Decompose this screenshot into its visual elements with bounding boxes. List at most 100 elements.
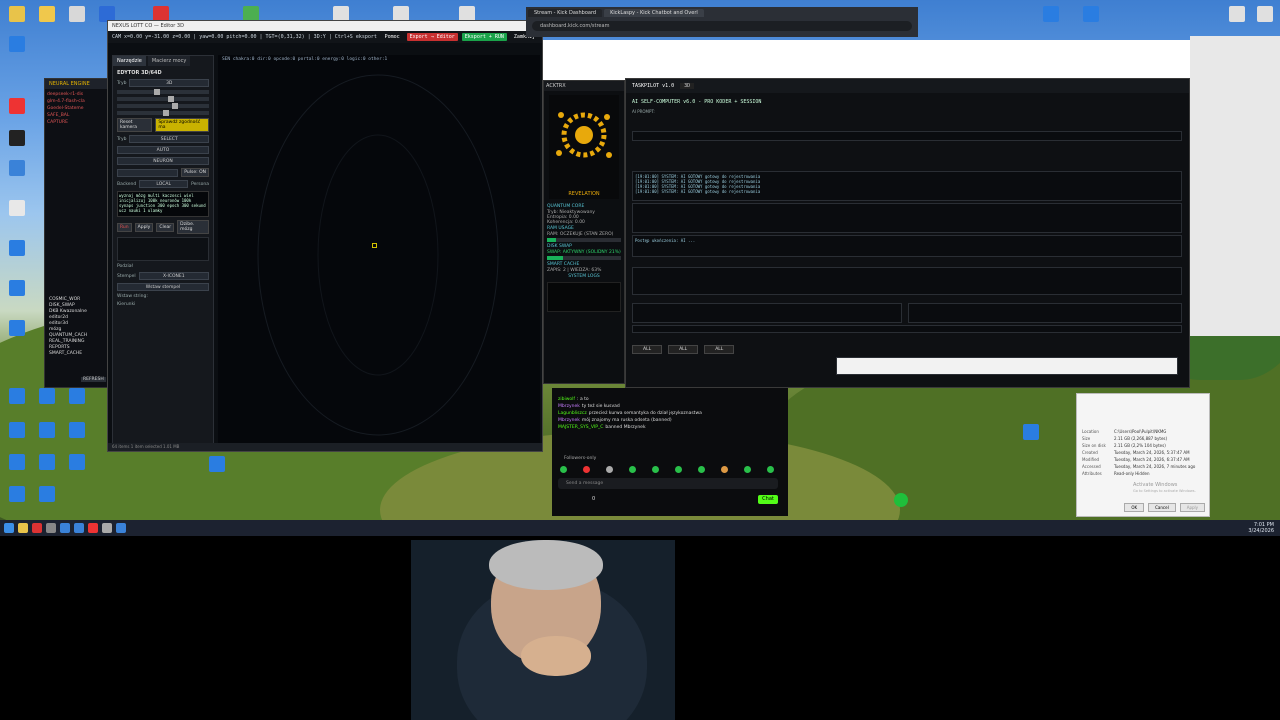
desktop-icon[interactable] (6, 6, 28, 22)
desktop-icon[interactable] (66, 388, 88, 404)
ok-button[interactable]: OK (1124, 503, 1145, 512)
desktop-icon[interactable] (36, 486, 58, 502)
filter-select[interactable]: ALL (704, 345, 735, 354)
emote-icon[interactable] (652, 466, 659, 473)
chat-send-button[interactable]: Chat (758, 495, 778, 504)
tab-kicklaspy[interactable]: KickLaspy - Kick Chatbot and Overl (604, 9, 704, 17)
width-slider[interactable] (117, 89, 209, 95)
desktop-icon[interactable] (6, 454, 28, 470)
neuron-select[interactable]: NEURON (117, 157, 209, 165)
app-icon[interactable] (46, 523, 56, 533)
chat-username[interactable]: Mbrzynek (558, 418, 580, 423)
run-button[interactable]: Run (117, 222, 132, 232)
emote-icon[interactable] (721, 466, 728, 473)
desktop-icon[interactable] (6, 36, 28, 52)
cancel-button[interactable]: Cancel (1148, 503, 1176, 512)
fov-slider[interactable] (117, 110, 209, 116)
export-editor-button[interactable]: Export → Editor (406, 33, 458, 41)
check-consistency-button[interactable]: Sprawdź zgodność ma (155, 118, 209, 132)
camera-readout: CAM x=0.00 y=-31.00 z=0.00 | yaw=0.00 pi… (112, 34, 377, 40)
desktop-icon[interactable] (6, 280, 28, 296)
chat-username[interactable]: Lagunbliszcz (558, 411, 587, 416)
taskpilot-mode[interactable]: 3D (680, 83, 695, 89)
apply-button[interactable]: Apply (1179, 503, 1205, 512)
filter-select[interactable]: ALL (668, 345, 699, 354)
kick-logo-icon[interactable] (894, 493, 908, 507)
desktop-icon[interactable] (36, 388, 58, 404)
tab-kick-dashboard[interactable]: Stream - Kick Dashboard (528, 9, 603, 17)
address-bar[interactable]: dashboard.kick.com/stream (532, 21, 912, 31)
desktop-icon[interactable] (66, 422, 88, 438)
prompt-input[interactable] (632, 131, 1182, 141)
chat-username[interactable]: Mbrzynek (558, 404, 580, 409)
emote-icon[interactable] (583, 466, 590, 473)
chat-message-input[interactable]: Send a message (558, 478, 778, 489)
emote-icon[interactable] (606, 466, 613, 473)
desktop-icon[interactable] (6, 98, 28, 114)
emote-icon[interactable] (560, 466, 567, 473)
desktop-icon[interactable] (66, 6, 88, 22)
desktop-icon[interactable] (6, 160, 28, 176)
output-area[interactable] (836, 357, 1178, 375)
desktop-icon[interactable] (6, 486, 28, 502)
desktop-icon[interactable] (36, 454, 58, 470)
desktop-icon[interactable] (1080, 6, 1102, 22)
desktop-icon[interactable] (6, 240, 28, 256)
mode-select[interactable]: 3D (129, 79, 209, 87)
file-explorer-icon[interactable] (18, 523, 28, 533)
desktop-icon[interactable] (6, 320, 28, 336)
chat-messages: zibiwolf: a to Mbrzynek ty teź sie kusvad L… (552, 388, 788, 431)
selected-node-marker[interactable] (372, 243, 377, 248)
mind-button[interactable]: Dzibe. mózg (177, 220, 209, 234)
emote-icon[interactable] (744, 466, 751, 473)
desktop-icon[interactable] (1040, 6, 1062, 22)
app-icon[interactable] (74, 523, 84, 533)
pulse-toggle[interactable]: Pulse: ON (181, 168, 209, 177)
ai-code-box[interactable]: wyznaj mózg multi kaczosci wiel inicjali… (117, 191, 209, 217)
browser-icon[interactable] (32, 523, 42, 533)
backend-select[interactable]: LOCAL (139, 180, 189, 188)
app-icon[interactable] (88, 523, 98, 533)
desktop-icon[interactable] (6, 130, 28, 146)
emote-icon[interactable] (698, 466, 705, 473)
emote-icon[interactable] (767, 466, 774, 473)
tab-tools[interactable]: Narzędzie (113, 56, 146, 66)
desktop-icon[interactable] (66, 454, 88, 470)
app-icon[interactable] (60, 523, 70, 533)
taskbar-clock[interactable]: 7:01 PM 3/24/2026 (1248, 522, 1274, 534)
auto-select[interactable]: AUTO (117, 146, 209, 154)
desktop-icon[interactable] (36, 422, 58, 438)
editor-3d-canvas[interactable] (218, 55, 540, 451)
chat-username[interactable]: MAJSTER_SYS_VIP_C (558, 425, 603, 430)
desktop-icon[interactable] (1254, 6, 1276, 22)
pulse-input[interactable] (117, 168, 179, 177)
refresh-button[interactable]: REFRESH (81, 377, 106, 382)
clear-button[interactable]: Clear (156, 222, 175, 232)
height-slider[interactable] (117, 96, 209, 102)
desktop-icon[interactable] (206, 456, 228, 472)
chat-username[interactable]: zibiwolf (558, 397, 575, 402)
filter-select[interactable]: ALL (632, 345, 663, 354)
desktop-icon[interactable] (6, 422, 28, 438)
app-icon[interactable] (116, 523, 126, 533)
folder-tree-item[interactable]: SMART_CACHE (49, 351, 87, 357)
tool-select[interactable]: SELECT (129, 135, 209, 143)
stamp-select[interactable]: X-ICONE1 (138, 272, 209, 280)
desktop-icon[interactable] (6, 200, 28, 216)
start-icon[interactable] (4, 523, 14, 533)
emote-icon[interactable] (629, 466, 636, 473)
depth-slider[interactable] (117, 103, 209, 109)
emote-icon[interactable] (675, 466, 682, 473)
help-button[interactable]: Pomoc (382, 33, 403, 41)
tab-power-matrix[interactable]: Macierz mocy (147, 56, 191, 66)
taskpilot-header: AI SELF-COMPUTER v6.0 - PRO KODER + SESS… (632, 99, 762, 105)
apply-button[interactable]: Apply (134, 222, 154, 232)
reset-camera-button[interactable]: Reset kamera (117, 118, 153, 132)
desktop-icon[interactable] (1020, 424, 1042, 440)
export-run-button[interactable]: Eksport + RUN (461, 33, 507, 41)
insert-stamp-button[interactable]: Wstaw stempel (117, 283, 209, 291)
desktop-icon[interactable] (6, 388, 28, 404)
desktop-icon[interactable] (36, 6, 58, 22)
desktop-icon[interactable] (1226, 6, 1248, 22)
app-icon[interactable] (102, 523, 112, 533)
